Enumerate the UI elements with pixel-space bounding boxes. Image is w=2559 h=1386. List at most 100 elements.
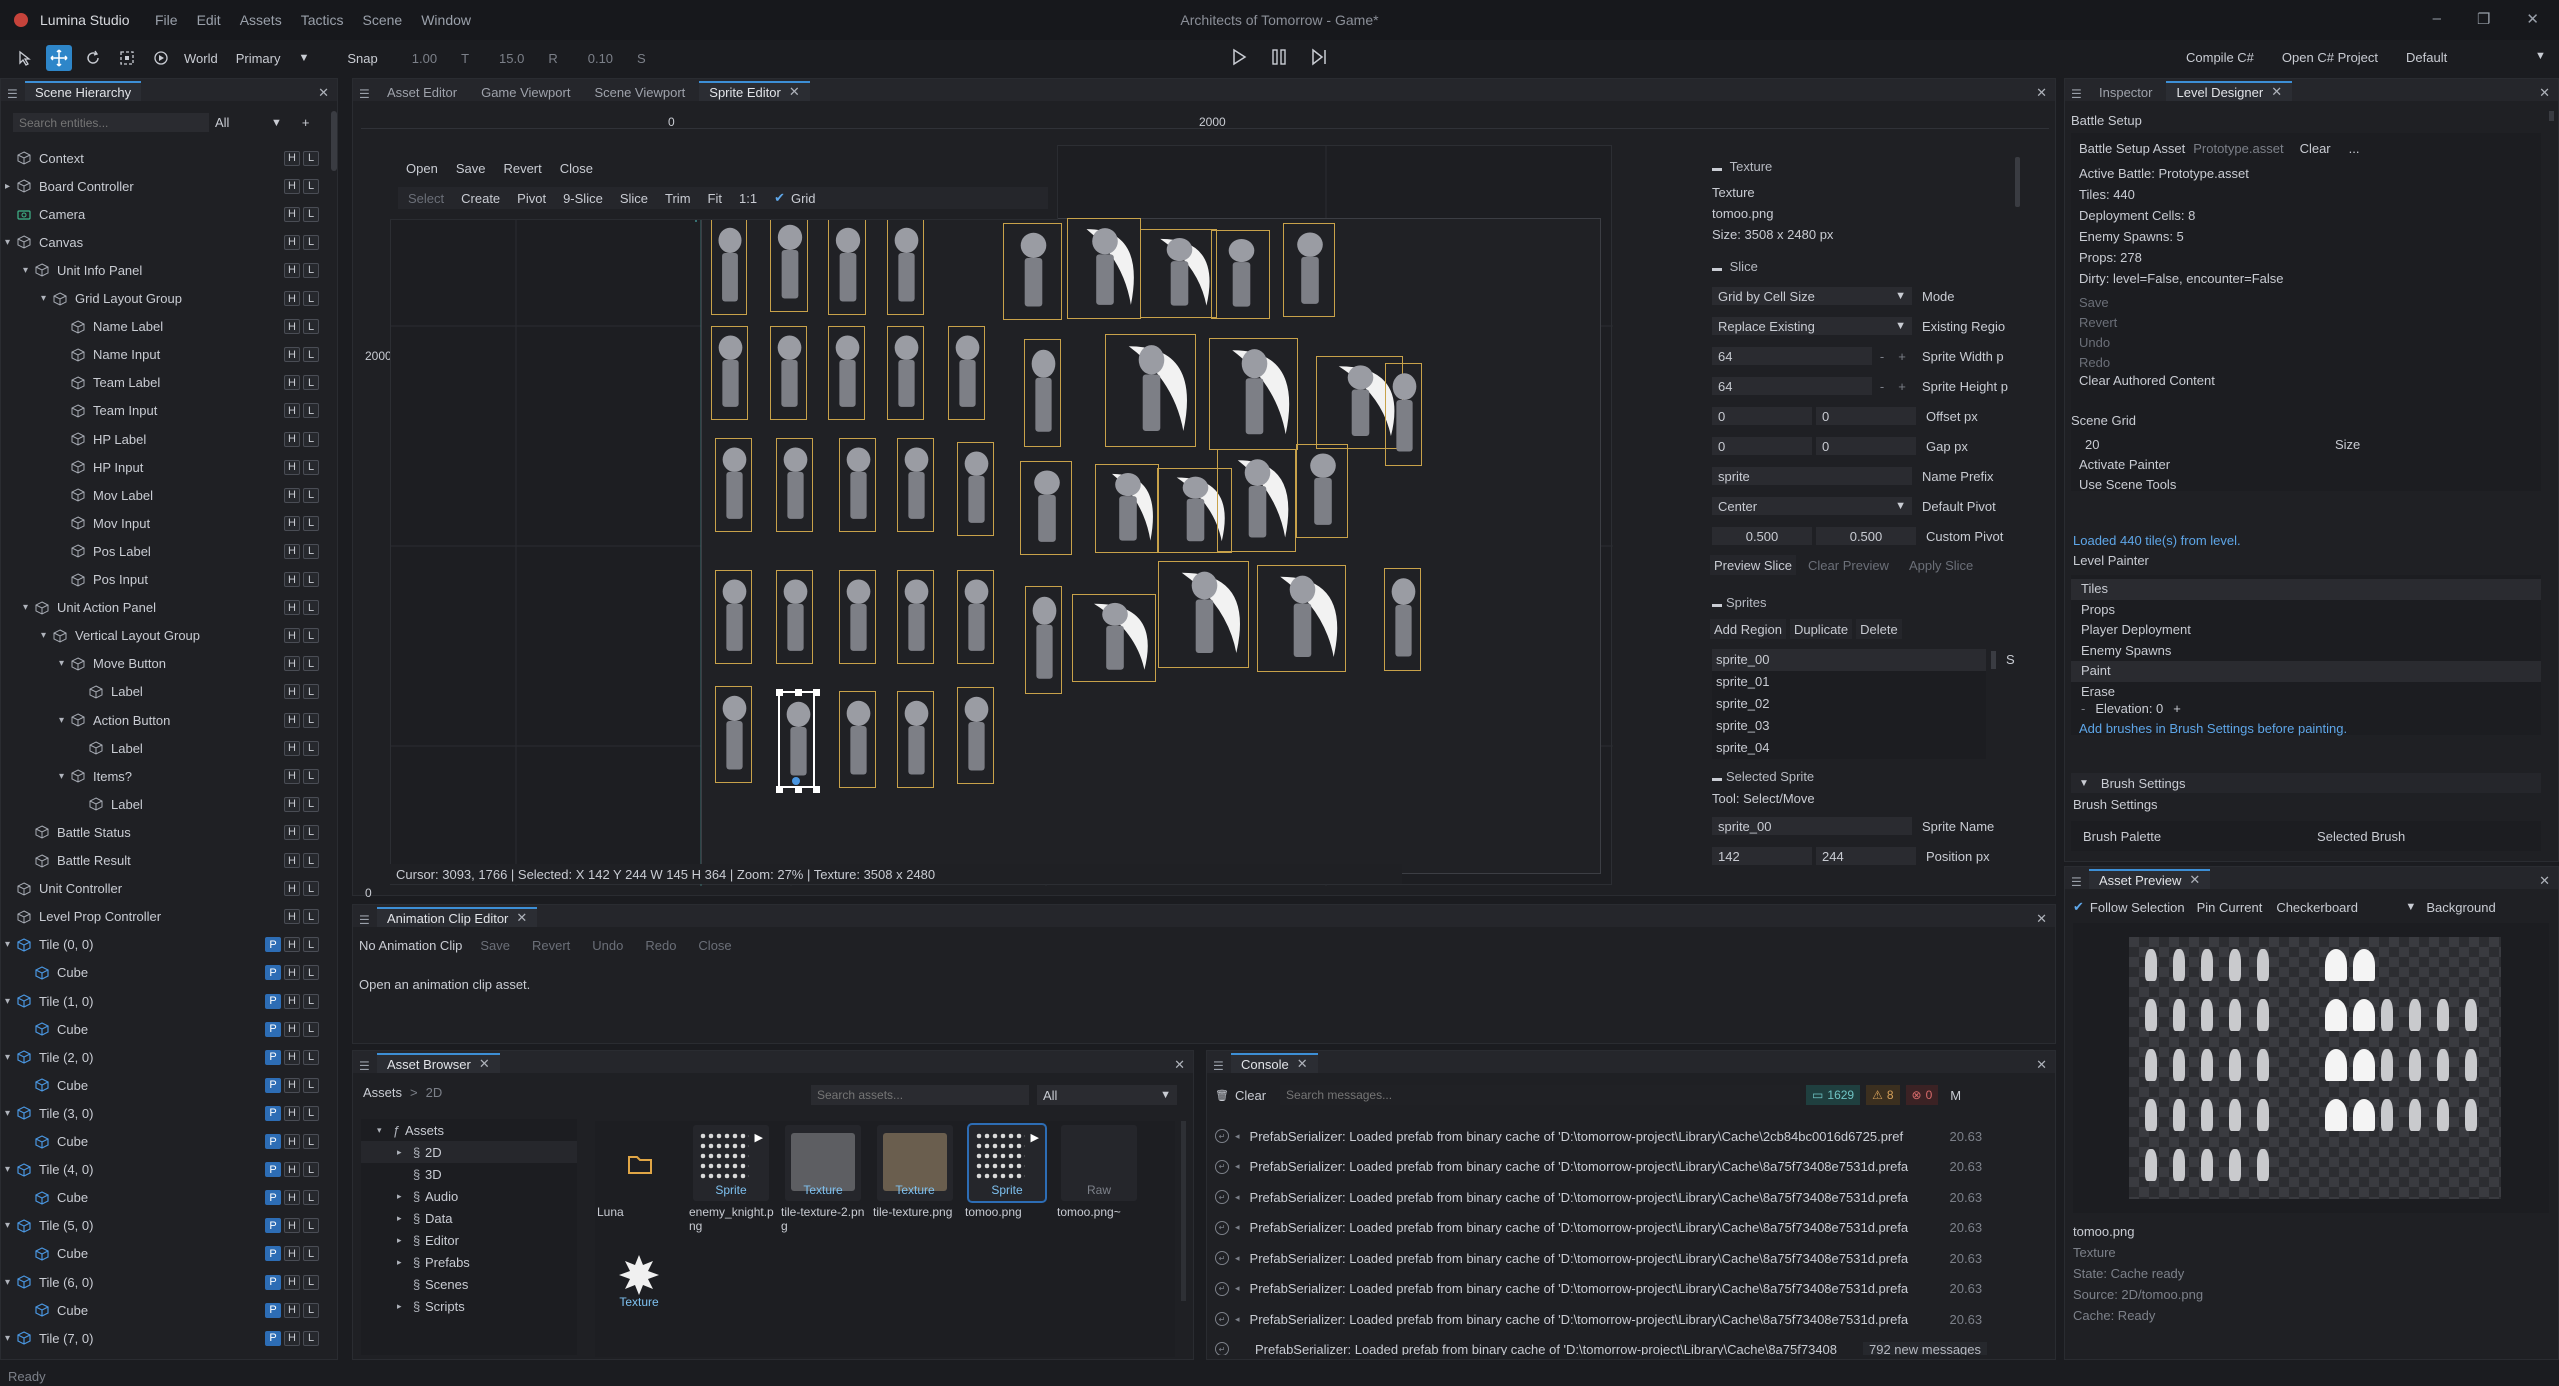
name-prefix-input[interactable]: sprite <box>1712 467 1912 485</box>
maximize-icon[interactable]: ❐ <box>2477 10 2490 28</box>
asset-folder-row[interactable]: ▸ § Prefabs <box>361 1251 577 1273</box>
lock-toggle[interactable]: L <box>303 572 319 587</box>
decrement-icon[interactable]: - <box>1872 349 1892 364</box>
lock-toggle[interactable]: L <box>303 487 319 503</box>
lock-toggle[interactable]: L <box>303 319 319 335</box>
asset-folder-row[interactable]: ▸ § 2D <box>361 1141 577 1163</box>
pos-x-input[interactable]: 142 <box>1712 847 1812 865</box>
collapse-icon[interactable]: ▬ <box>1712 263 1722 274</box>
console-message[interactable]: ↵ ◂ PrefabSerializer: Loaded prefab from b… <box>1215 1158 2045 1176</box>
painter-option[interactable]: Paint <box>2071 661 2541 682</box>
close-tab-icon[interactable]: ✕ <box>1297 1056 1308 1072</box>
lock-toggle[interactable]: L <box>303 262 319 278</box>
painter-option[interactable]: Tiles <box>2071 579 2541 600</box>
hide-toggle[interactable]: H <box>284 1302 300 1318</box>
tab-game-viewport[interactable]: Game Viewport <box>471 81 580 101</box>
select-tool-icon[interactable] <box>12 45 38 71</box>
lock-toggle[interactable]: L <box>303 600 319 616</box>
pivot-y-input[interactable]: 0.500 <box>1816 527 1916 545</box>
hierarchy-row[interactable]: ▾ Tile (4, 0) P H L <box>1 1161 331 1179</box>
hierarchy-row[interactable]: Cube P H L <box>1 1133 331 1151</box>
hierarchy-row[interactable]: Name Input H L <box>1 346 331 364</box>
lock-toggle[interactable]: L <box>303 234 319 250</box>
asset-folder-row[interactable]: § Scenes <box>361 1273 577 1295</box>
collapse-icon[interactable]: ▬ <box>1712 163 1722 174</box>
prefab-badge[interactable]: P <box>265 1077 281 1093</box>
sprite-region[interactable] <box>957 442 994 536</box>
hide-toggle[interactable]: H <box>284 150 300 166</box>
hierarchy-row[interactable]: Cube P H L <box>1 1245 331 1263</box>
close-tab-icon[interactable]: ✕ <box>516 910 527 926</box>
resize-handle[interactable] <box>776 786 783 793</box>
hierarchy-row[interactable]: ▾ Tile (6, 0) P H L <box>1 1273 331 1291</box>
lock-toggle[interactable]: L <box>303 459 319 475</box>
sprite-region[interactable] <box>1257 565 1346 672</box>
resize-handle[interactable] <box>813 689 820 696</box>
right-scrollbar[interactable] <box>2549 111 2554 121</box>
hierarchy-row[interactable]: Mov Label H L <box>1 486 331 504</box>
pivot-mode-toggle[interactable]: Primary <box>236 51 281 66</box>
sprite-region[interactable] <box>770 326 807 420</box>
sprite-region[interactable] <box>1140 229 1217 318</box>
asset-folder-row[interactable]: ▸ § Editor <box>361 1229 577 1251</box>
hierarchy-row[interactable]: ▾ Tile (3, 0) P H L <box>1 1104 331 1122</box>
new-messages-badge[interactable]: 792 new messages <box>1863 1341 1988 1355</box>
asset-folder-row[interactable]: § 3D <box>361 1163 577 1185</box>
error-count-filter[interactable]: ⊗ 0 <box>1905 1085 1939 1105</box>
hide-toggle[interactable]: H <box>284 515 300 531</box>
panel-menu-icon[interactable]: ☰ <box>2071 875 2082 889</box>
sprite-region[interactable] <box>957 687 994 784</box>
hierarchy-row[interactable]: Context H L <box>1 149 331 167</box>
hierarchy-row[interactable]: ▾ Action Button H L <box>1 711 331 729</box>
hide-toggle[interactable]: H <box>284 740 300 756</box>
hide-toggle[interactable]: H <box>284 993 300 1009</box>
console-message[interactable]: ↵ ◂ PrefabSerializer: Loaded prefab from b… <box>1215 1219 2045 1237</box>
lock-toggle[interactable]: L <box>303 853 319 868</box>
lock-toggle[interactable]: L <box>303 740 319 756</box>
console-more-button[interactable]: M <box>1950 1088 1961 1103</box>
lock-toggle[interactable]: L <box>303 375 319 391</box>
hierarchy-row[interactable]: Cube P H L <box>1 964 331 982</box>
resize-handle[interactable] <box>813 786 820 793</box>
expand-caret-icon[interactable]: ▾ <box>5 996 17 1007</box>
elevation-increment[interactable]: + <box>2173 701 2181 716</box>
hierarchy-row[interactable]: Label H L <box>1 739 331 757</box>
lock-toggle[interactable]: L <box>303 1105 319 1121</box>
asset-grid-scrollbar[interactable] <box>1181 1121 1186 1301</box>
sprite-region[interactable] <box>1211 230 1270 319</box>
expand-caret-icon[interactable]: ▾ <box>23 602 35 613</box>
asset-tile[interactable]: ▶ Sprite enemy_knight.png <box>687 1121 775 1233</box>
follow-selection-toggle[interactable]: ✔ Follow Selection <box>2073 899 2185 915</box>
resize-handle[interactable] <box>794 786 802 793</box>
prefab-badge[interactable]: P <box>265 1218 281 1234</box>
hide-toggle[interactable]: H <box>284 319 300 335</box>
sprite-region[interactable] <box>770 215 808 312</box>
anim-close-icon[interactable]: ✕ <box>2036 911 2047 927</box>
battle-undo-button[interactable]: Undo <box>2079 333 2117 353</box>
hierarchy-row[interactable]: ▸ Board Controller H L <box>1 177 331 195</box>
panel-menu-icon[interactable]: ☰ <box>359 913 370 927</box>
lock-toggle[interactable]: L <box>303 684 319 700</box>
hierarchy-row[interactable]: Name Label H L <box>1 318 331 336</box>
hierarchy-row[interactable]: Unit Controller H L <box>1 880 331 898</box>
hierarchy-row[interactable]: Battle Result H L <box>1 852 331 870</box>
hierarchy-row[interactable]: Pos Label H L <box>1 542 331 560</box>
expand-caret-icon[interactable]: ▾ <box>41 630 53 641</box>
hide-toggle[interactable]: H <box>284 768 300 784</box>
tab-asset-preview[interactable]: Asset Preview ✕ <box>2089 869 2211 889</box>
add-region-button[interactable]: Add Region <box>1710 619 1786 639</box>
prefab-badge[interactable]: P <box>265 1021 281 1037</box>
breadcrumb-assets[interactable]: Assets <box>363 1085 402 1100</box>
prefab-badge[interactable]: P <box>265 1330 281 1346</box>
lock-toggle[interactable]: L <box>303 1049 319 1065</box>
battle-revert-button[interactable]: Revert <box>2079 313 2117 333</box>
hide-toggle[interactable]: H <box>284 628 300 644</box>
hierarchy-row[interactable]: Label H L <box>1 683 331 701</box>
hierarchy-row[interactable]: Cube P H L <box>1 1020 331 1038</box>
offset-y-input[interactable]: 0 <box>1816 407 1916 425</box>
sprite-list-item[interactable]: sprite_04 <box>1712 737 1986 759</box>
lock-toggle[interactable]: L <box>303 937 319 953</box>
expand-caret-icon[interactable]: ▾ <box>59 715 71 726</box>
prefab-badge[interactable]: P <box>265 993 281 1009</box>
lock-toggle[interactable]: L <box>303 515 319 531</box>
